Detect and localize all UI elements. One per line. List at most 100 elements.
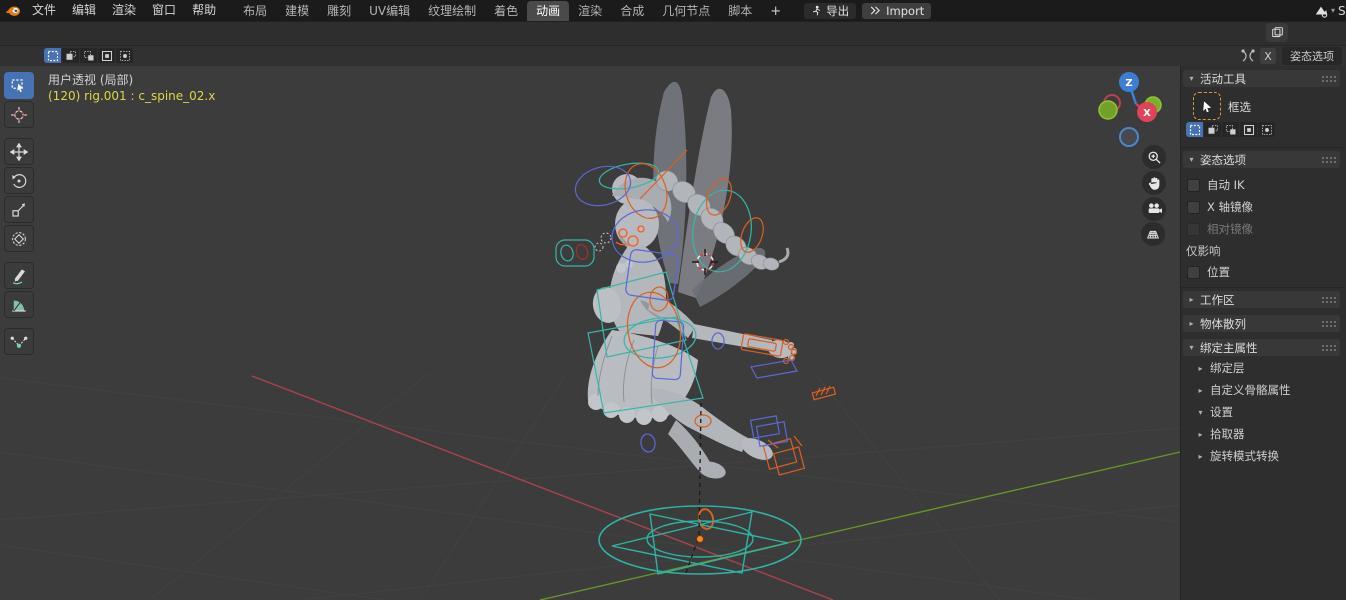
- chevron-right-icon: ▸: [1189, 319, 1194, 328]
- chevron-down-icon: ▾: [1189, 74, 1194, 83]
- relative-mirror-checkbox[interactable]: [1187, 222, 1200, 236]
- drag-handle-icon[interactable]: [1321, 344, 1336, 351]
- panel-rig-main-properties[interactable]: ▾ 绑定主属性: [1183, 339, 1340, 356]
- active-tool-icon-box-select[interactable]: [1193, 92, 1221, 120]
- subpanel-settings-label: 设置: [1210, 405, 1233, 419]
- select-mode-extend[interactable]: [62, 48, 79, 63]
- select-mode-set[interactable]: [44, 48, 61, 63]
- scene-name-clipped[interactable]: S: [1338, 4, 1346, 18]
- relative-mirror-label: 相对镜像: [1207, 222, 1253, 236]
- subpanel-rotation-mode-convert[interactable]: ▸ 旋转模式转换: [1196, 448, 1279, 464]
- zoom-button[interactable]: [1142, 145, 1166, 169]
- panel-object-scatter[interactable]: ▸ 物体散列: [1183, 315, 1340, 332]
- scene-icon: [1315, 6, 1328, 18]
- chevron-down-icon: ▾: [1189, 343, 1194, 352]
- location-checkbox[interactable]: [1187, 265, 1200, 279]
- viewport-view-label: 用户透视 (局部): [48, 73, 134, 87]
- double-chevron-icon: [870, 6, 881, 15]
- cursor-3d: [692, 249, 718, 275]
- menu-window[interactable]: 窗口: [144, 0, 184, 21]
- auto-ik-label: 自动 IK: [1207, 178, 1245, 192]
- sidebar-select-mode-group: [1186, 122, 1275, 137]
- select-mode-subtract[interactable]: [80, 48, 97, 63]
- panel-rig-main-title: 绑定主属性: [1200, 340, 1258, 355]
- chevron-right-icon: ▸: [1198, 385, 1203, 395]
- rig-controls-blue[interactable]: [571, 161, 798, 453]
- select-mode-intersect[interactable]: [116, 48, 133, 63]
- subpanel-picker[interactable]: ▸ 拾取器: [1196, 426, 1245, 442]
- subpanel-rotation-mode-convert-label: 旋转模式转换: [1210, 449, 1279, 463]
- drag-handle-icon[interactable]: [1321, 320, 1336, 327]
- tool-pose-breakdowner[interactable]: [4, 328, 34, 355]
- root-control[interactable]: [598, 505, 802, 575]
- root-origin-dot: [696, 535, 704, 543]
- panel-active-tool[interactable]: ▾ 活动工具: [1183, 70, 1340, 87]
- panel-pose-options[interactable]: ▾ 姿态选项: [1183, 151, 1340, 168]
- tab-texture-paint[interactable]: 纹理绘制: [419, 1, 485, 21]
- x-mirror-checkbox[interactable]: [1187, 200, 1200, 214]
- xray-icon: [1271, 27, 1283, 38]
- drag-handle-icon[interactable]: [1321, 296, 1336, 303]
- menu-help[interactable]: 帮助: [184, 0, 224, 21]
- drag-handle-icon[interactable]: [1321, 156, 1336, 163]
- sidebar-tab-label: 姿态选项: [1290, 50, 1334, 63]
- tab-animation[interactable]: 动画: [527, 1, 570, 21]
- orthographic-toggle-button[interactable]: [1141, 222, 1165, 246]
- tool-move[interactable]: [4, 138, 34, 165]
- tool-box-select[interactable]: [4, 72, 34, 99]
- pan-hand-button[interactable]: [1142, 171, 1166, 195]
- tool-scale[interactable]: [4, 196, 34, 223]
- tab-scripting[interactable]: 脚本: [719, 1, 761, 21]
- export-button[interactable]: 导出: [804, 2, 857, 19]
- location-label: 位置: [1207, 265, 1230, 279]
- rig-controls-teal[interactable]: [555, 159, 756, 414]
- drag-handle-icon[interactable]: [1321, 75, 1336, 82]
- tab-sculpting[interactable]: 雕刻: [318, 1, 360, 21]
- subpanel-picker-label: 拾取器: [1210, 427, 1245, 441]
- menu-edit[interactable]: 编辑: [64, 0, 104, 21]
- subpanel-custom-bone-properties-label: 自定义骨骼属性: [1210, 383, 1291, 397]
- select-mode-intersect[interactable]: [1258, 122, 1275, 137]
- select-mode-invert[interactable]: [98, 48, 115, 63]
- tool-transform[interactable]: [4, 225, 34, 252]
- tool-cursor[interactable]: [4, 101, 34, 128]
- tab-shading[interactable]: 着色: [485, 1, 527, 21]
- x-axis-line: [251, 375, 834, 600]
- select-mode-subtract[interactable]: [1222, 122, 1239, 137]
- subpanel-settings[interactable]: ▾ 设置: [1196, 404, 1233, 420]
- add-workspace-button[interactable]: +: [761, 1, 790, 21]
- tab-modeling[interactable]: 建模: [276, 1, 318, 21]
- tab-compositing[interactable]: 合成: [611, 1, 653, 21]
- panel-active-tool-title: 活动工具: [1200, 71, 1246, 86]
- tool-annotate[interactable]: [4, 262, 34, 289]
- mirror-x-label: X: [1264, 49, 1272, 63]
- tool-measure[interactable]: [4, 291, 34, 318]
- menu-render[interactable]: 渲染: [104, 0, 144, 21]
- export-runner-icon: [813, 5, 821, 16]
- xray-toggle[interactable]: [1266, 23, 1288, 42]
- subpanel-custom-bone-properties[interactable]: ▸ 自定义骨骼属性: [1196, 382, 1291, 398]
- mirror-x-toggle[interactable]: X: [1260, 48, 1276, 64]
- menu-file[interactable]: 文件: [24, 0, 64, 21]
- import-button[interactable]: Import: [862, 2, 932, 19]
- select-mode-invert[interactable]: [1240, 122, 1257, 137]
- rig-controls-face-selected[interactable]: [594, 225, 645, 252]
- sidebar-tab-pose-options[interactable]: 姿态选项: [1282, 47, 1342, 65]
- location-row: 位置: [1187, 264, 1230, 280]
- auto-ik-checkbox[interactable]: [1187, 178, 1200, 192]
- character-model: [587, 81, 797, 479]
- panel-workspace[interactable]: ▸ 工作区: [1183, 291, 1340, 308]
- camera-view-button[interactable]: [1142, 197, 1166, 221]
- tab-rendering[interactable]: 渲染: [569, 1, 611, 21]
- floor-grid: [0, 371, 1181, 600]
- rig-control-jaw[interactable]: [575, 243, 590, 260]
- tab-uv-editing[interactable]: UV编辑: [360, 1, 419, 21]
- subpanel-rig-layers[interactable]: ▸ 绑定层: [1196, 360, 1244, 376]
- tab-layout[interactable]: 布局: [234, 1, 276, 21]
- select-mode-set[interactable]: [1186, 122, 1203, 137]
- rig-controls-orange[interactable]: [618, 149, 837, 530]
- tool-rotate[interactable]: [4, 167, 34, 194]
- tab-geometry-nodes[interactable]: 几何节点: [653, 1, 719, 21]
- select-mode-extend[interactable]: [1204, 122, 1221, 137]
- active-tool-name: 框选: [1228, 100, 1251, 114]
